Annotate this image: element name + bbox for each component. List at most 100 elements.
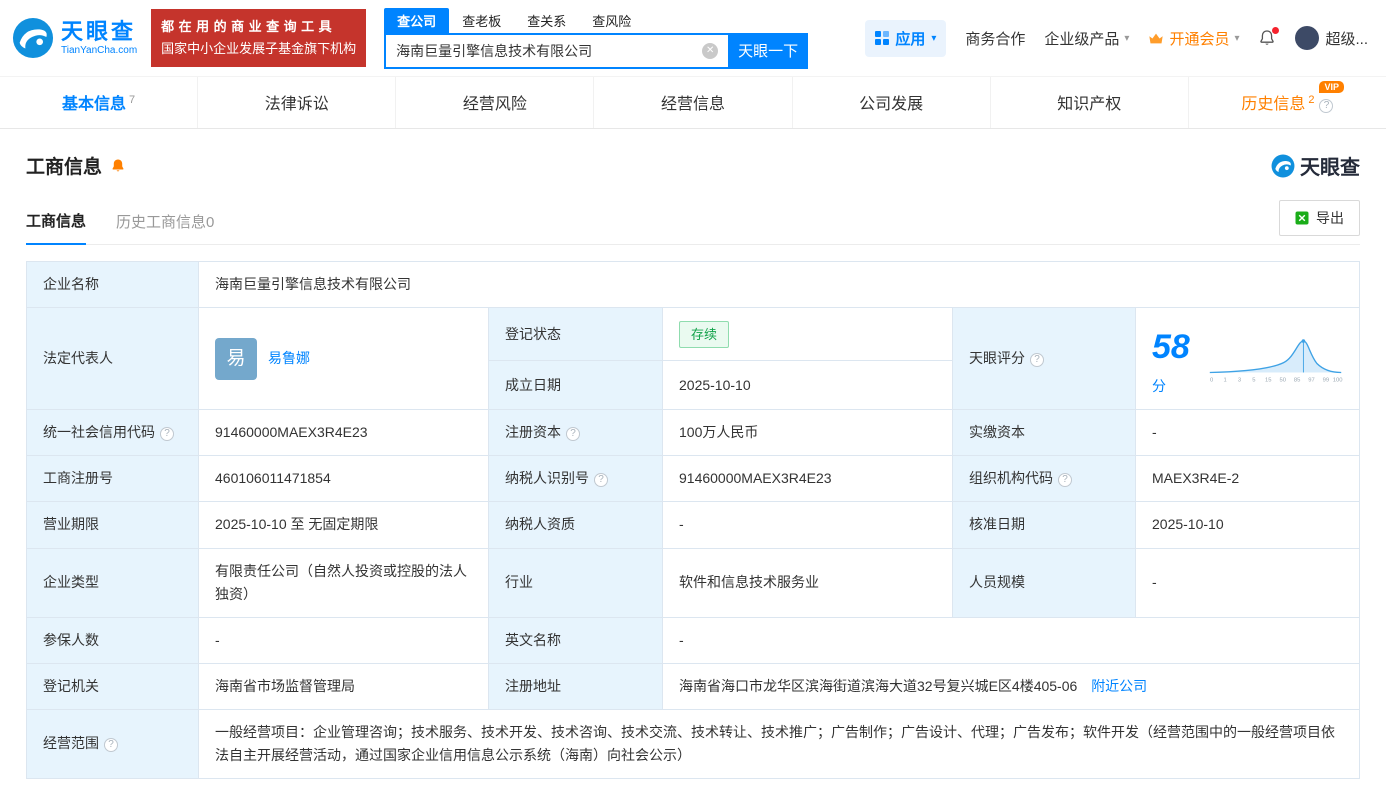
- table-row: 统一社会信用代码? 91460000MAEX3R4E23 注册资本? 100万人…: [26, 409, 1360, 457]
- subtabs: 工商信息 历史工商信息0 导出: [26, 200, 1360, 245]
- export-button[interactable]: 导出: [1279, 200, 1360, 236]
- help-icon[interactable]: ?: [1058, 473, 1072, 488]
- insured-value: -: [198, 616, 489, 664]
- notification-bell-icon[interactable]: [1258, 27, 1280, 47]
- top-right-nav: 应用 ▾ 商务合作 企业级产品 ▾ 开通会员 ▾ 超级...: [865, 19, 1374, 57]
- establish-date-value: 2025-10-10: [662, 360, 953, 411]
- insured-label: 参保人数: [26, 616, 199, 664]
- score-label: 天眼评分?: [952, 307, 1136, 411]
- subtab-business-info[interactable]: 工商信息: [26, 210, 87, 245]
- subscribe-bell-icon[interactable]: [110, 158, 126, 174]
- company-type-value: 有限责任公司（自然人投资或控股的法人独资）: [198, 547, 489, 618]
- search-button[interactable]: 天眼一下: [728, 32, 809, 69]
- tab-legal-litigation[interactable]: 法律诉讼: [197, 77, 395, 128]
- subtab-history-business-info[interactable]: 历史工商信息0: [116, 211, 214, 244]
- notification-dot: [1272, 27, 1280, 34]
- tab-development-label: 公司发展: [859, 96, 924, 113]
- export-label: 导出: [1316, 210, 1344, 226]
- reg-authority-label: 登记机关: [26, 662, 199, 710]
- search-row: ✕ 天眼一下: [384, 32, 809, 69]
- apps-menu[interactable]: 应用 ▾: [865, 19, 947, 57]
- search-box: ✕: [384, 32, 729, 69]
- tab-legal-label: 法律诉讼: [264, 96, 329, 113]
- business-term-label: 营业期限: [26, 501, 199, 549]
- table-row: 企业名称 海南巨量引擎信息技术有限公司: [26, 260, 1360, 309]
- tab-operating-risk[interactable]: 经营风险: [395, 77, 593, 128]
- table-row: 企业类型 有限责任公司（自然人投资或控股的法人独资） 行业 软件和信息技术服务业…: [26, 547, 1360, 618]
- biz-cooperation-label: 商务合作: [965, 30, 1026, 48]
- search-tab-relation[interactable]: 查关系: [514, 8, 579, 33]
- tab-operating-info[interactable]: 经营信息: [593, 77, 791, 128]
- enterprise-products-link[interactable]: 企业级产品 ▾: [1044, 28, 1129, 49]
- business-scope-label: 经营范围?: [26, 708, 199, 780]
- legal-rep-avatar[interactable]: 易: [215, 337, 257, 380]
- score-unit: 分: [1152, 378, 1166, 395]
- reg-capital-label: 注册资本?: [488, 409, 663, 457]
- table-row: 法定代表人 易 易鲁娜 登记状态 存续 天眼评分? 58分 0 1 3 5 15…: [26, 307, 1360, 411]
- reg-authority-value: 海南省市场监督管理局: [198, 662, 489, 710]
- tab-company-development[interactable]: 公司发展: [791, 77, 990, 128]
- caret-down-icon: ▾: [1234, 32, 1240, 44]
- industry-label: 行业: [488, 547, 663, 618]
- apps-grid-icon: [875, 31, 890, 45]
- svg-text:1: 1: [1223, 377, 1226, 383]
- industry-value: 软件和信息技术服务业: [662, 547, 953, 618]
- score-distribution-chart: 0 1 3 5 15 50 85 97 99 100: [1209, 338, 1343, 383]
- caret-down-icon: ▾: [1124, 32, 1130, 44]
- section-title: 工商信息: [26, 157, 103, 178]
- score-cell[interactable]: 58分 0 1 3 5 15 50 85 97 99 100: [1135, 307, 1360, 411]
- help-icon[interactable]: ?: [566, 427, 580, 442]
- tab-ip-label: 知识产权: [1057, 96, 1122, 113]
- score-value: 58: [1152, 328, 1190, 367]
- search-tab-risk[interactable]: 查风险: [579, 8, 644, 33]
- search-tab-company[interactable]: 查公司: [384, 7, 450, 33]
- svg-text:0: 0: [1210, 377, 1214, 383]
- credit-code-label: 统一社会信用代码?: [26, 409, 199, 457]
- business-info-table: 企业名称 海南巨量引擎信息技术有限公司 法定代表人 易 易鲁娜 登记状态 存续 …: [26, 260, 1360, 780]
- tab-risk-label: 经营风险: [462, 96, 527, 113]
- tab-intellectual-property[interactable]: 知识产权: [989, 77, 1188, 128]
- help-icon[interactable]: ?: [160, 427, 174, 442]
- nearby-companies-link[interactable]: 附近公司: [1091, 678, 1147, 694]
- help-icon[interactable]: ?: [1319, 99, 1334, 113]
- tab-history-info[interactable]: VIP 历史信息 2?: [1187, 77, 1386, 128]
- taxpayer-quality-label: 纳税人资质: [488, 501, 663, 549]
- legal-rep-label: 法定代表人: [26, 307, 199, 411]
- excel-icon: [1295, 211, 1309, 225]
- tab-history-label: 历史信息: [1241, 96, 1306, 113]
- establish-date-label: 成立日期: [488, 360, 663, 411]
- content-brand-icon: [1271, 154, 1295, 177]
- biz-cooperation-link[interactable]: 商务合作: [965, 28, 1025, 49]
- search-input[interactable]: [384, 32, 729, 69]
- main-content: 工商信息 天眼查 工商信息 历史工商信息0 导出 企业名称 海南巨量引擎信息技术…: [0, 129, 1386, 809]
- legal-rep-link[interactable]: 易鲁娜: [268, 347, 310, 370]
- address-cell: 海南省海口市龙华区滨海街道滨海大道32号复兴城E区4楼405-06 附近公司: [662, 662, 1360, 710]
- help-icon[interactable]: ?: [1030, 353, 1044, 368]
- top-header: 天眼查 TianYanCha.com 都在用的商业查询工具 国家中小企业发展子基…: [0, 0, 1386, 76]
- tab-basic-info[interactable]: 基本信息 7: [0, 77, 197, 128]
- svg-text:97: 97: [1308, 377, 1315, 383]
- vip-badge: VIP: [1319, 81, 1344, 93]
- logo-text: 天眼查 TianYanCha.com: [61, 19, 137, 56]
- company-name-value: 海南巨量引擎信息技术有限公司: [198, 260, 1360, 309]
- tianyancha-logo[interactable]: 天眼查 TianYanCha.com: [12, 17, 137, 59]
- taxpayer-id-value: 91460000MAEX3R4E23: [662, 455, 953, 503]
- staff-size-label: 人员规模: [952, 547, 1136, 618]
- crown-icon: [1149, 33, 1164, 43]
- clear-search-icon[interactable]: ✕: [702, 42, 719, 59]
- search-tab-boss[interactable]: 查老板: [449, 8, 514, 33]
- open-vip-label: 开通会员: [1169, 30, 1230, 48]
- logo-text-cn: 天眼查: [61, 19, 137, 45]
- help-icon[interactable]: ?: [594, 473, 608, 488]
- open-vip-link[interactable]: 开通会员 ▾: [1148, 28, 1239, 49]
- user-menu[interactable]: 超级...: [1295, 26, 1368, 50]
- taxpayer-id-label: 纳税人识别号?: [488, 455, 663, 503]
- svg-text:5: 5: [1252, 377, 1255, 383]
- tab-basic-count: 7: [129, 93, 136, 106]
- taxpayer-quality-value: -: [662, 501, 953, 549]
- reg-status-label: 登记状态: [488, 307, 663, 362]
- content-brand-text: 天眼查: [1300, 157, 1360, 179]
- enterprise-products-label: 企业级产品: [1044, 30, 1120, 48]
- main-tabbar: 基本信息 7 法律诉讼 经营风险 经营信息 公司发展 知识产权 VIP 历史信息 2…: [0, 76, 1386, 129]
- approval-date-value: 2025-10-10: [1135, 501, 1360, 549]
